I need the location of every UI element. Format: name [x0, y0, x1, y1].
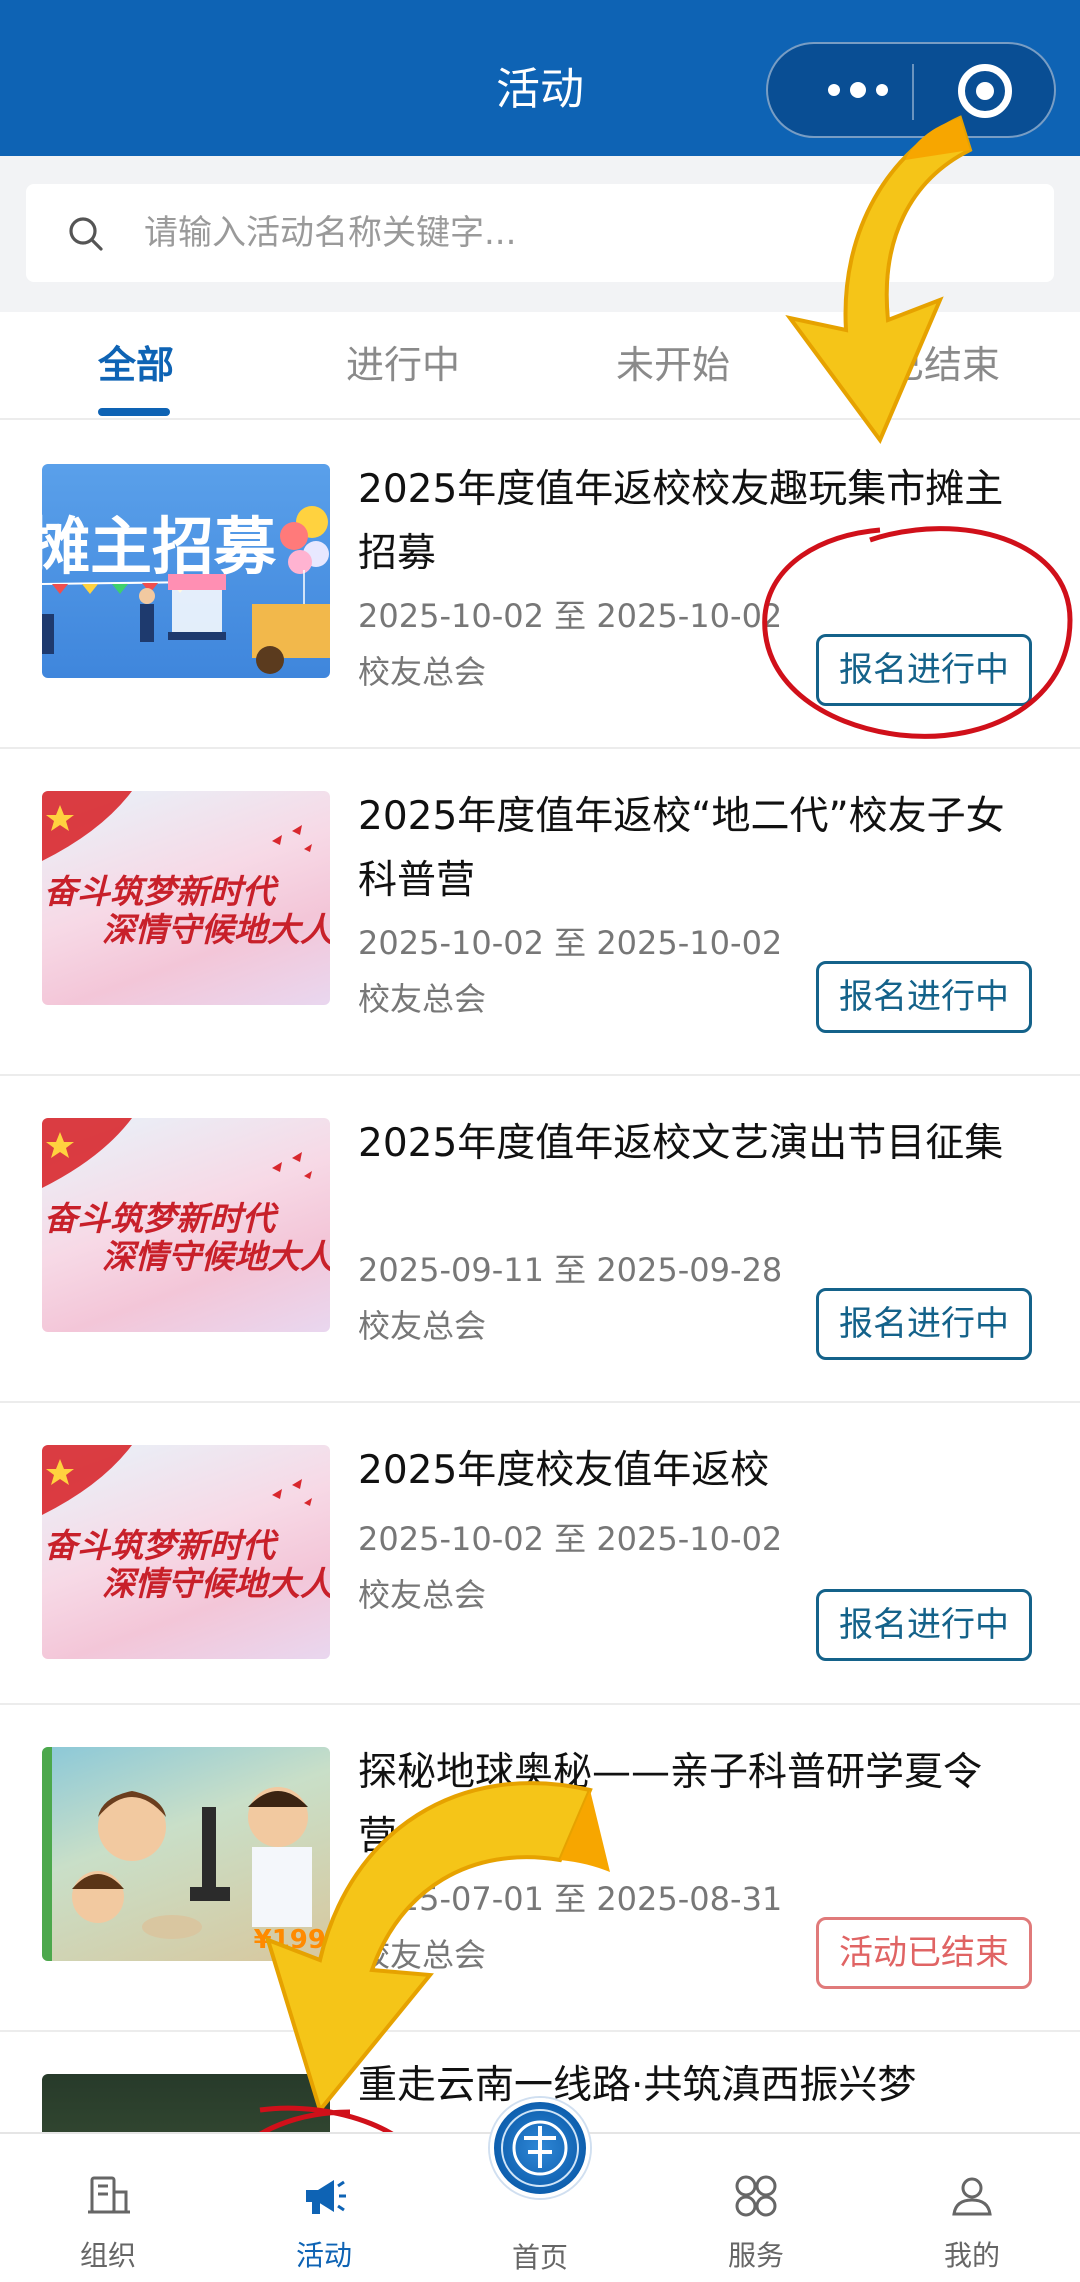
- thumbnail-text: 深情守候地大人: [102, 1237, 330, 1276]
- nav-label: 我的: [943, 2239, 1000, 2272]
- activity-title: 重走云南一线路·共筑滇西振兴梦: [358, 2063, 917, 2108]
- megaphone-icon: [306, 2180, 346, 2214]
- activity-thumbnail: [42, 2074, 330, 2132]
- status-badge[interactable]: 报名进行中: [816, 1288, 1032, 1360]
- activity-item[interactable]: 奋斗筑梦新时代 深情守候地大人 2025年度值年返校“地二代”校友子女科普营 2…: [0, 749, 1080, 1076]
- activity-item[interactable]: 奋斗筑梦新时代 深情守候地大人 2025年度校友值年返校 2025-10-02 …: [0, 1403, 1080, 1705]
- activity-organizer: 校友总会: [358, 1307, 487, 1345]
- top-bar: 活动: [0, 0, 1080, 156]
- university-seal-icon: [501, 2109, 579, 2187]
- nav-label: 活动: [295, 2239, 352, 2272]
- price-badge: ¥199: [253, 1925, 326, 1955]
- activity-thumbnail: 摊主招募: [42, 464, 330, 678]
- activity-organizer: 校友总会: [358, 1576, 487, 1614]
- nav-item-organization[interactable]: 组织: [0, 2134, 216, 2282]
- nav-item-mine[interactable]: 我的: [864, 2134, 1080, 2282]
- search-area: [0, 156, 1080, 312]
- activity-date-range: 2025-10-02 至 2025-10-02: [358, 1520, 783, 1558]
- thumbnail-text: 深情守候地大人: [102, 910, 330, 949]
- activity-thumbnail: 奋斗筑梦新时代 深情守候地大人: [42, 791, 330, 1005]
- org-icon: [88, 2176, 130, 2214]
- activity-title: 2025年度值年返校“地二代”校友子女科普营: [358, 794, 1005, 903]
- thumbnail-text: 深情守候地大人: [102, 1564, 330, 1603]
- search-box[interactable]: [26, 184, 1054, 282]
- capsule-divider: [912, 64, 914, 120]
- activity-item[interactable]: 奋斗筑梦新时代 深情守候地大人 2025年度值年返校文艺演出节目征集 2025-…: [0, 1076, 1080, 1403]
- activity-date-range: 2025-07-01 至 2025-08-31: [358, 1880, 783, 1918]
- activity-title: 2025年度值年返校校友趣玩集市摊主招募: [358, 467, 1004, 576]
- user-icon: [952, 2177, 992, 2216]
- close-miniprogram-icon[interactable]: [958, 64, 1012, 118]
- activity-title: 探秘地球奥秘——亲子科普研学夏令营: [358, 1750, 983, 1859]
- more-menu-button[interactable]: [808, 44, 908, 136]
- home-emblem-icon[interactable]: [490, 2098, 590, 2198]
- nav-item-services[interactable]: 服务: [648, 2134, 864, 2282]
- tab-ended[interactable]: 已结束: [886, 340, 1000, 390]
- grid-icon: [735, 2175, 777, 2217]
- status-badge[interactable]: 报名进行中: [816, 1589, 1032, 1661]
- tab-all[interactable]: 全部: [98, 340, 174, 390]
- nav-item-activity[interactable]: 活动: [216, 2134, 432, 2282]
- activity-thumbnail: 奋斗筑梦新时代 深情守候地大人: [42, 1445, 330, 1659]
- activity-date-range: 2025-10-02 至 2025-10-02: [358, 924, 783, 962]
- status-badge[interactable]: 报名进行中: [816, 961, 1032, 1033]
- activity-organizer: 校友总会: [358, 1936, 487, 1974]
- filter-tabs: 全部 进行中 未开始 已结束: [0, 312, 1080, 420]
- activity-thumbnail: ¥199: [42, 1747, 330, 1961]
- activity-item[interactable]: ¥199 探秘地球奥秘——亲子科普研学夏令营 2025-07-01 至 2025…: [0, 1705, 1080, 2032]
- tab-not-started[interactable]: 未开始: [616, 340, 730, 390]
- activity-title: 2025年度校友值年返校: [358, 1448, 770, 1493]
- search-input[interactable]: [144, 184, 1024, 282]
- activity-date-range: 2025-10-02 至 2025-10-02: [358, 597, 783, 635]
- status-badge[interactable]: 报名进行中: [816, 634, 1032, 706]
- activity-organizer: 校友总会: [358, 653, 487, 691]
- status-badge[interactable]: 活动已结束: [816, 1917, 1032, 1989]
- search-icon: [69, 217, 103, 251]
- activity-thumbnail: 奋斗筑梦新时代 深情守候地大人: [42, 1118, 330, 1332]
- activity-date-range: 2025-09-11 至 2025-09-28: [358, 1251, 783, 1289]
- nav-label: 组织: [79, 2239, 136, 2272]
- nav-label: 首页: [511, 2241, 568, 2274]
- activity-item[interactable]: 摊主招募 2025年度值年返校校友趣玩集市摊主招募 2025-10-02 至 2…: [0, 422, 1080, 749]
- activity-title: 2025年度值年返校文艺演出节目征集: [358, 1121, 1004, 1166]
- nav-label: 服务: [727, 2239, 784, 2272]
- market-stall-illustration: [42, 506, 330, 674]
- active-tab-indicator: [98, 408, 170, 416]
- activity-organizer: 校友总会: [358, 980, 487, 1018]
- miniprogram-capsule: [766, 42, 1056, 138]
- tab-ongoing[interactable]: 进行中: [346, 340, 460, 390]
